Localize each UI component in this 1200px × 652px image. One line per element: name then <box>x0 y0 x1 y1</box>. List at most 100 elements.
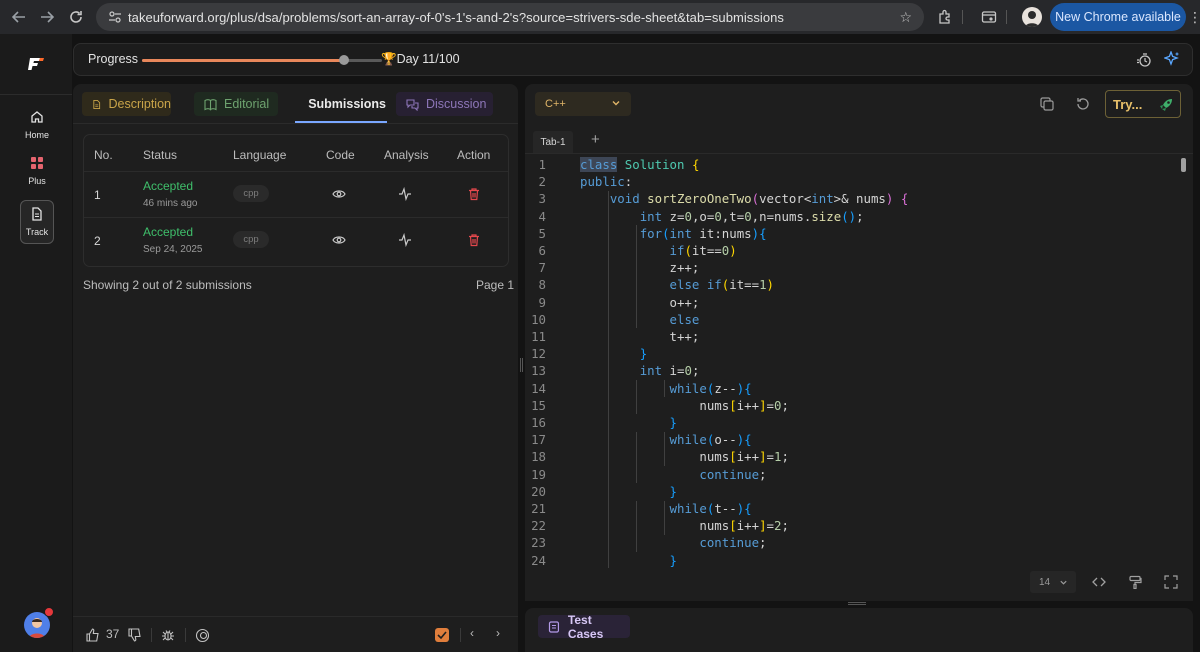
line-number: 17 <box>531 432 546 448</box>
line-number: 22 <box>531 518 546 534</box>
line-number: 20 <box>531 483 546 499</box>
test-cases-label: Test Cases <box>567 612 604 641</box>
delete-trash-icon[interactable] <box>467 187 481 201</box>
rocket-icon <box>1160 99 1172 111</box>
copy-icon[interactable] <box>1039 96 1055 112</box>
thumbs-down-icon[interactable] <box>128 628 142 642</box>
tab-submissions[interactable]: Submissions <box>291 92 386 116</box>
editor-tabs: Tab-1 + <box>525 128 1193 154</box>
active-tab-underline <box>295 121 387 123</box>
vertical-resize-handle[interactable] <box>848 602 866 605</box>
code-editor-panel: C++ Try... Tab-1 + 1 2 3 4 5 6 7 8 9 10 11 12 13 14 15… <box>525 84 1193 601</box>
tab-discussion[interactable]: Discussion <box>396 92 493 116</box>
site-info-icon[interactable] <box>102 10 128 24</box>
rail-item-label: Plus <box>28 176 46 186</box>
code-line: if(it==0) <box>669 243 737 258</box>
progress-knob[interactable] <box>338 55 349 65</box>
editor-scrollbar[interactable] <box>1181 158 1186 172</box>
footer-divider <box>185 628 186 642</box>
book-icon <box>204 98 217 111</box>
tab-search-icon[interactable] <box>979 7 999 27</box>
day-counter: 🏆Day 11/100 <box>381 52 460 67</box>
line-number: 18 <box>531 449 546 465</box>
toolbar-divider <box>1006 10 1007 24</box>
font-size-select[interactable]: 14 <box>1030 571 1076 593</box>
previous-problem-chevron-icon[interactable]: ‹ <box>470 626 474 640</box>
row-time: Sep 24, 2025 <box>143 244 203 255</box>
tab-discussion-label: Discussion <box>426 97 487 111</box>
rail-item-label: Home <box>24 130 49 140</box>
add-tab-plus-icon[interactable]: + <box>591 131 600 148</box>
rail-item-plus[interactable]: Plus <box>20 156 54 186</box>
progress-panel: Progress 🏆Day 11/100 <box>73 43 1193 76</box>
notification-dot <box>44 607 54 617</box>
next-problem-chevron-icon[interactable]: › <box>496 626 500 640</box>
rail-item-track[interactable]: Track <box>20 200 54 244</box>
tab-editorial[interactable]: Editorial <box>194 92 278 116</box>
panel-resize-handle[interactable] <box>520 358 523 372</box>
fullscreen-icon[interactable] <box>1164 575 1178 589</box>
timer-icon[interactable] <box>1136 52 1152 73</box>
font-size-value: 14 <box>1039 576 1051 588</box>
tab-editorial-label: Editorial <box>224 97 270 111</box>
language-select[interactable]: C++ <box>535 92 631 116</box>
tab-description[interactable]: Description <box>82 92 171 116</box>
line-number: 11 <box>531 329 546 344</box>
test-cases-button[interactable]: Test Cases <box>538 612 630 641</box>
chevron-down-icon <box>611 98 621 111</box>
view-code-eye-icon[interactable] <box>332 233 346 247</box>
problem-tabs: Description Editorial Submissions Discus… <box>73 84 518 124</box>
code-line: o++; <box>580 294 700 310</box>
thumbs-up-icon[interactable] <box>86 628 100 642</box>
analysis-pulse-icon[interactable] <box>398 233 412 247</box>
rail-item-home[interactable]: Home <box>20 110 54 140</box>
line-number: 9 <box>538 294 546 310</box>
row-status: Accepted <box>143 225 194 239</box>
code-line: nums[i++]=2; <box>580 518 789 534</box>
day-counter-text: Day 11/100 <box>396 52 460 66</box>
bookmark-star-icon[interactable]: ☆ <box>899 9 912 26</box>
delete-trash-icon[interactable] <box>467 233 481 247</box>
takeuforward-logo[interactable] <box>27 56 47 77</box>
new-chrome-available-button[interactable]: New Chrome available <box>1050 3 1186 31</box>
test-cases-panel: Test Cases <box>525 608 1193 652</box>
editor-footer: 14 <box>525 568 1193 601</box>
reload-icon[interactable] <box>61 2 91 32</box>
header-no: No. <box>94 148 113 162</box>
address-bar[interactable]: takeuforward.org/plus/dsa/problems/sort-… <box>96 3 924 31</box>
document-icon <box>32 207 42 221</box>
back-icon[interactable] <box>4 2 34 32</box>
profile-avatar[interactable] <box>1022 7 1042 27</box>
code-line: } <box>669 415 677 430</box>
code-line: z++; <box>580 260 700 276</box>
line-number: 10 <box>531 311 546 327</box>
reward-badge-icon[interactable] <box>195 628 210 643</box>
extensions-icon[interactable] <box>935 7 955 27</box>
code-area[interactable]: 1 2 3 4 5 6 7 8 9 10 11 12 13 14 15 16 17 18 19 20 21 22 23 24 … <box>525 156 1193 568</box>
line-number: 1 <box>538 157 546 172</box>
try-ai-button[interactable]: Try... <box>1105 90 1181 118</box>
reset-icon[interactable] <box>1075 96 1091 112</box>
line-number: 5 <box>538 225 546 241</box>
bug-report-icon[interactable] <box>161 628 175 642</box>
analysis-pulse-icon[interactable] <box>398 187 412 201</box>
solved-checkbox[interactable] <box>435 628 449 642</box>
format-paint-icon[interactable] <box>1128 575 1142 589</box>
line-number: 23 <box>531 535 546 551</box>
code-line: while(o--){ <box>669 432 752 448</box>
code-line: else if(it==1) <box>669 277 775 293</box>
code-line: continue; <box>699 535 767 551</box>
editor-tab[interactable]: Tab-1 <box>533 131 573 153</box>
code-line: void sortZeroOneTwo(vector<int>& nums) { <box>609 191 909 207</box>
chrome-menu-icon[interactable]: ⋮ <box>1188 9 1200 26</box>
row-separator <box>84 217 508 218</box>
language-select-value: C++ <box>545 98 566 110</box>
view-code-eye-icon[interactable] <box>332 187 346 201</box>
ai-sparkle-icon[interactable] <box>1163 50 1180 72</box>
row-number: 2 <box>94 234 101 248</box>
header-action: Action <box>457 148 491 162</box>
code-brackets-icon[interactable] <box>1092 575 1106 589</box>
forward-icon[interactable] <box>32 2 62 32</box>
line-number: 3 <box>538 191 546 207</box>
line-number: 13 <box>531 363 546 379</box>
